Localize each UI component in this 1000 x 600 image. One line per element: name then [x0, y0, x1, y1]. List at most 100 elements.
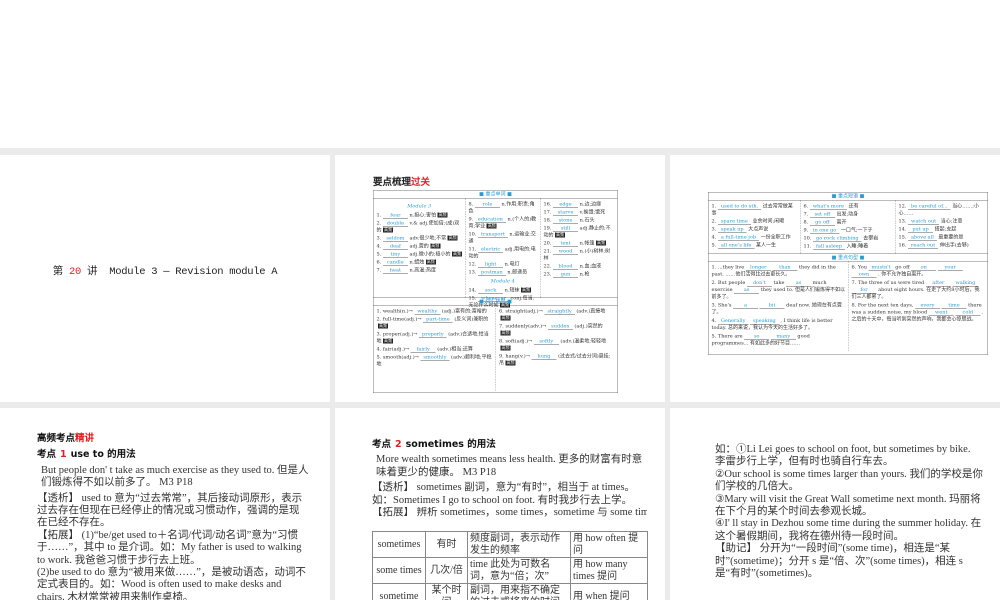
- answer-blank: blood: [553, 264, 579, 270]
- answer-blank: cold: [955, 310, 981, 316]
- answer-blank: own: [851, 272, 877, 278]
- item-definition: 伸出手(去够): [938, 242, 969, 249]
- answer-blank: softly: [533, 339, 559, 345]
- answer-blank: reach out: [908, 243, 939, 249]
- item-definition: (adj.)突然的: [572, 323, 603, 330]
- previous-row-area: [0, 0, 1000, 148]
- answer-blank: part-time: [423, 317, 453, 323]
- answer-blank: all one's life: [717, 243, 755, 249]
- answer-blank: many: [770, 334, 796, 340]
- answer-blank: your: [937, 265, 963, 271]
- table-cell: sometime: [372, 583, 426, 600]
- list-item: 8. go off 离开: [804, 219, 893, 226]
- list-item: 1. ...they live longer than they did in …: [712, 264, 846, 278]
- item-number: 19.: [543, 225, 554, 232]
- item-definition: n.血;血液: [578, 263, 602, 270]
- list-item: 13. watch out 当心;注意: [899, 218, 985, 225]
- item-definition: 最重要的是: [936, 234, 964, 241]
- answer-blank: speak up: [717, 227, 747, 233]
- item-definition: n.蜡烛: [407, 259, 425, 266]
- extension-paragraph: 【拓展】 辨析 sometimes，some times，sometime 与 …: [372, 507, 647, 519]
- list-item: 17. starve v.挨饿;饿死: [544, 209, 615, 216]
- item-number: 12.: [898, 203, 909, 210]
- item-definition: 某人一生: [754, 242, 776, 249]
- sentence-text: take: [771, 280, 787, 286]
- section-heading: 高频考点精讲: [37, 433, 95, 444]
- slide-thumbnail-4[interactable]: 高频考点精讲 考点 1 use to 的用法 But people don' t t…: [0, 408, 330, 600]
- table-cell: 副词，用来指不确定的过去或将来的时间: [467, 583, 571, 600]
- list-item: 7. heat n.高温;热度: [377, 267, 463, 274]
- list-item: 12. light n.电灯: [469, 261, 538, 268]
- extension-paragraph: 【拓展】 (1)“be/get used to＋名词/代词/动名词”意为“习惯于…: [37, 529, 302, 566]
- slide-thumbnail-2[interactable]: 要点梳理过关 ■ 重点单词 ■ Module 3 1. fear n.担心;害怕高…: [335, 155, 665, 402]
- lesson-title: 第 20 讲 Module 3 — Revision module A: [52, 266, 278, 278]
- item-definition: v.挨饿;饿死: [578, 209, 606, 216]
- example-sentence: More wealth sometimes means less health.…: [376, 454, 643, 478]
- slide-thumbnail-5[interactable]: 考点 2 sometimes 的用法 More wealth sometimes m…: [335, 408, 665, 600]
- item-number: 23.: [543, 271, 554, 278]
- answer-blank: starve: [553, 210, 579, 216]
- item-definition: n.帐篷: [578, 240, 595, 247]
- lesson-number: 20: [68, 266, 81, 278]
- answer-blank: Generally: [717, 318, 749, 325]
- table-cell: some times: [372, 557, 426, 584]
- item-definition: 一份全职工作: [759, 234, 791, 241]
- answer-blank: watch out: [908, 219, 940, 225]
- list-item: 22. blood n.血;血液: [544, 263, 615, 270]
- list-item: 19. still adj.静止的;不动的 高频: [544, 225, 615, 239]
- item-definition: n.枪: [578, 271, 590, 278]
- frequent-badge: 高频: [383, 338, 393, 344]
- item-definition: 大点声说: [746, 226, 769, 233]
- item-number: 10.: [803, 235, 814, 242]
- table-cell: 有时: [425, 531, 468, 558]
- answer-blank: a: [733, 303, 758, 309]
- answer-blank: a full-time job: [717, 235, 760, 241]
- list-item: 11. fall asleep 入睡;睡着: [804, 243, 893, 250]
- item-prompt: full-time(adj.)→: [382, 316, 424, 323]
- frequent-badge: 高频: [447, 235, 458, 241]
- slide-thumbnail-6[interactable]: 如：①Li Lei goes to school on foot, but so…: [670, 408, 1000, 600]
- list-item: 3. proper(adj.)→ properly (adv.)合适地;恰当地高…: [377, 331, 493, 345]
- slide-thumbnail-3[interactable]: ■ 重点短语 ■ 1. used to do sth. 过去常常做某事 2. sp…: [670, 155, 1000, 402]
- list-item: 7. suddenly(adv.)→ sudden (adj.)突然的高频: [499, 323, 614, 337]
- answer-blank: still: [553, 226, 579, 232]
- key-point-title: 考点 2 sometimes 的用法: [372, 439, 496, 450]
- table-cell: 频度副词，表示动作发生的频率: [467, 531, 571, 558]
- answer-blank: gun: [553, 272, 579, 278]
- list-item: 16. edge n.边;边缘: [544, 201, 615, 208]
- list-item: 9. education n.(个人的)教育;学业 高频: [469, 216, 538, 230]
- item-definition: adj.聋的: [407, 243, 429, 250]
- list-item: 3. seldom adv.很少地;不常 高频: [377, 235, 463, 242]
- item-number: 15.: [468, 295, 479, 302]
- item-prompt: hang(v.)→: [505, 353, 532, 360]
- item-definition: 去攀岩: [861, 235, 879, 242]
- answer-blank: above all: [908, 235, 937, 241]
- sentence-text: 6. You: [851, 264, 869, 271]
- item-definition: adv.很少地;不常: [407, 235, 447, 242]
- table-cell: 用 how often 提问: [570, 531, 648, 558]
- frequent-badge: 高频: [500, 330, 511, 336]
- item-definition: n.高温;热度: [407, 267, 436, 274]
- slide-thumbnail-1[interactable]: 第 20 讲 Module 3 — Revision module A: [0, 155, 330, 402]
- item-prompt: soft(adj.)→: [505, 338, 534, 345]
- item-definition: 当心;注意: [939, 218, 963, 225]
- answer-blank: postman: [478, 270, 506, 276]
- answer-blank: stone: [553, 218, 579, 224]
- item-number: 21.: [543, 248, 554, 255]
- table-row: sometimes 有时 频度副词，表示动作发生的频率用 how often 提问: [372, 531, 648, 558]
- list-item: 10. transport n.运输业;交通: [469, 231, 538, 245]
- module-heading: Module 4: [490, 278, 515, 285]
- frequent-badge: 高频: [555, 232, 565, 238]
- example-line: 如：①Li Lei goes to school on foot, but so…: [715, 444, 971, 468]
- list-item: 4. fair(adj.)→ fairly (adv.)相当;还算: [377, 346, 493, 353]
- answer-blank: put up: [908, 227, 934, 233]
- table-cell: sometimes: [372, 531, 426, 558]
- item-number: 18.: [543, 217, 554, 224]
- answer-blank: double: [382, 221, 408, 227]
- answer-blank: spare time: [717, 219, 751, 225]
- list-item: 6. what's more 还有: [804, 203, 893, 210]
- item-number: 15.: [898, 234, 909, 241]
- item-definition: 搭起;支起: [933, 226, 957, 233]
- item-definition: 离开: [834, 219, 847, 226]
- list-item: 8. For the next ten days, every time the…: [852, 302, 985, 323]
